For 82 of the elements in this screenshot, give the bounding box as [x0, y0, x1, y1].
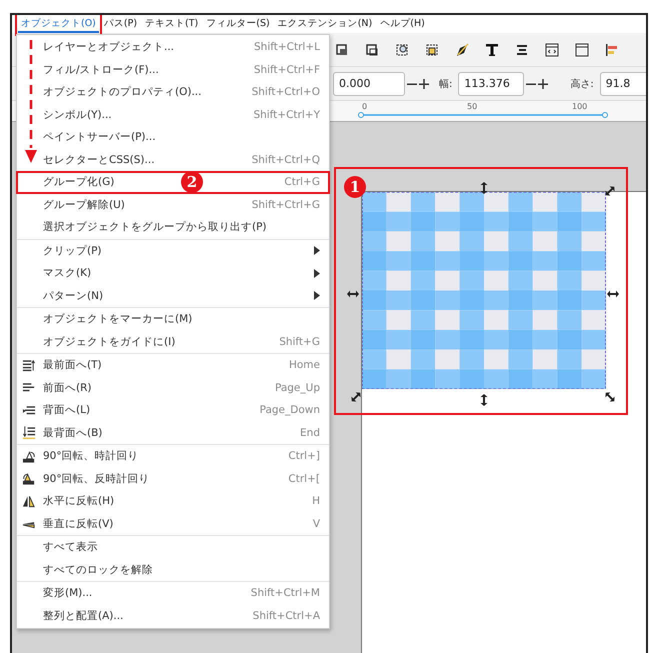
shortcut-label: Shift+Ctrl+Y [253, 108, 320, 121]
shortcut-label: H [312, 495, 320, 508]
menu-item[interactable]: 選択オブジェクトをグループから取り出す(P) [16, 216, 330, 238]
shortcut-label: Page_Up [274, 382, 320, 394]
submenu-arrow-icon [314, 291, 320, 300]
shortcut-label: V [312, 518, 320, 530]
menu-item[interactable]: マスク(K) [16, 262, 330, 284]
height-label: 高さ: [570, 78, 594, 90]
menu-item[interactable]: レイヤーとオブジェクト... Shift+Ctrl+L [16, 36, 330, 58]
shortcut-label: Home [288, 359, 320, 372]
width-label: 幅: [439, 78, 452, 90]
shortcut-label: Shift+Ctrl+F [254, 64, 320, 76]
shortcut-label: Shift+Ctrl+Q [252, 154, 320, 166]
menu-item[interactable]: ペイントサーバー(P)... [16, 126, 330, 148]
menu-item[interactable]: パターン(N) [16, 284, 330, 307]
menu-item[interactable]: クリップ(P) [16, 240, 330, 262]
menu-item[interactable]: 最背面へ(B) End [16, 422, 330, 444]
x-field[interactable]: 0.000 [333, 72, 405, 96]
menu-item[interactable]: 90°回転、時計回り Ctrl+] [16, 445, 330, 468]
menu-item[interactable]: 垂直に反転(V) V [16, 512, 330, 535]
raise-to-top-icon [22, 358, 36, 373]
stacked-squares-icon[interactable] [364, 42, 380, 58]
pen-icon[interactable] [454, 42, 470, 58]
shortcut-label: Ctrl+] [288, 450, 320, 462]
shortcut-label: Shift+Ctrl+M [250, 587, 320, 600]
shortcut-label: Shift+Ctrl+G [252, 198, 320, 211]
menu-item[interactable]: 90°回転、反時計回り Ctrl+[ [16, 468, 330, 490]
menu-item[interactable]: 背面へ(L) Page_Down [16, 399, 330, 422]
checkered-pattern-drawing[interactable] [362, 192, 606, 389]
window-icon[interactable] [574, 42, 590, 58]
shortcut-label: Ctrl+G [284, 176, 320, 188]
menu-item[interactable]: セレクターとCSS(S)... Shift+Ctrl+Q [16, 148, 330, 171]
ruler-label: 0 [362, 102, 368, 111]
shortcut-label: Shift+Ctrl+O [252, 86, 320, 98]
menu-item[interactable]: フィルター(S) [203, 16, 273, 32]
width-field[interactable]: 113.376 [458, 72, 524, 96]
menu-item[interactable]: 前面へ(R) Page_Up [16, 376, 330, 399]
double-arrow-icon[interactable] [607, 288, 619, 300]
menu-item[interactable]: ヘルプ(H) [377, 16, 428, 32]
double-arrow-icon[interactable] [478, 394, 490, 406]
menu-item[interactable]: オブジェクトをマーカーに(M) [16, 308, 330, 330]
code-window-icon[interactable] [544, 42, 560, 58]
menu-item[interactable]: グループ解除(U) Shift+Ctrl+G [16, 194, 330, 216]
lower-to-bottom-icon [22, 425, 36, 440]
shortcut-label: Shift+Ctrl+A [252, 610, 320, 622]
height-field[interactable]: 91.8 [600, 72, 646, 96]
menu-item[interactable]: 変形(M)... Shift+Ctrl+M [16, 582, 330, 604]
shortcut-label: End [300, 426, 320, 439]
text-tool-icon[interactable] [484, 42, 500, 58]
plus-icon [538, 78, 548, 88]
callout-number: 2 [181, 171, 203, 193]
menu-item[interactable]: すべてのロックを解除 [16, 558, 330, 581]
rotate-clockwise-icon [22, 448, 36, 464]
double-arrow-icon[interactable] [347, 288, 359, 300]
ruler-label: 50 [467, 102, 478, 111]
shortcut-label: Page_Down [260, 404, 320, 416]
menu-item[interactable]: すべて表示 [16, 536, 330, 558]
submenu-arrow-icon [314, 246, 320, 256]
menu-item[interactable]: シンボル(Y)... Shift+Ctrl+Y [16, 104, 330, 126]
menu-item[interactable]: オブジェクトをガイドに(I) Shift+G [16, 330, 330, 353]
menu-item[interactable]: オブジェクトのプロパティ(O)... Shift+Ctrl+O [16, 81, 330, 104]
menu-item[interactable]: フィル/ストローク(F)... Shift+Ctrl+F [16, 58, 330, 81]
stacked-squares-icon[interactable] [334, 42, 350, 58]
shortcut-label: Shift+Ctrl+L [254, 41, 320, 54]
square-target-icon[interactable] [424, 42, 440, 58]
menu-item[interactable]: パス(P) [100, 16, 140, 32]
menu-item[interactable]: グループ化(G) 2 Ctrl+G [16, 171, 330, 194]
double-arrow-icon[interactable] [478, 182, 490, 194]
shortcut-label: Ctrl+[ [288, 472, 320, 485]
flip-horizontal-icon [22, 494, 36, 509]
submenu-arrow-icon [314, 268, 320, 278]
square-target-icon[interactable] [394, 42, 410, 58]
align-icon[interactable] [604, 42, 620, 58]
rotate-counterclockwise-icon [22, 471, 36, 486]
menu-item[interactable]: 整列と配置(A)... Shift+Ctrl+A [16, 604, 330, 627]
shortcut-label: Shift+G [279, 336, 320, 348]
ruler-label: 100 [572, 102, 588, 111]
menu-item[interactable]: 水平に反転(H) H [16, 490, 330, 512]
menu-item[interactable]: テキスト(T) [142, 16, 202, 32]
menu-item[interactable]: エクステンション(N) [274, 16, 376, 32]
menu-item[interactable]: 最前面へ(T) Home [16, 354, 330, 376]
plus-icon [418, 78, 428, 88]
